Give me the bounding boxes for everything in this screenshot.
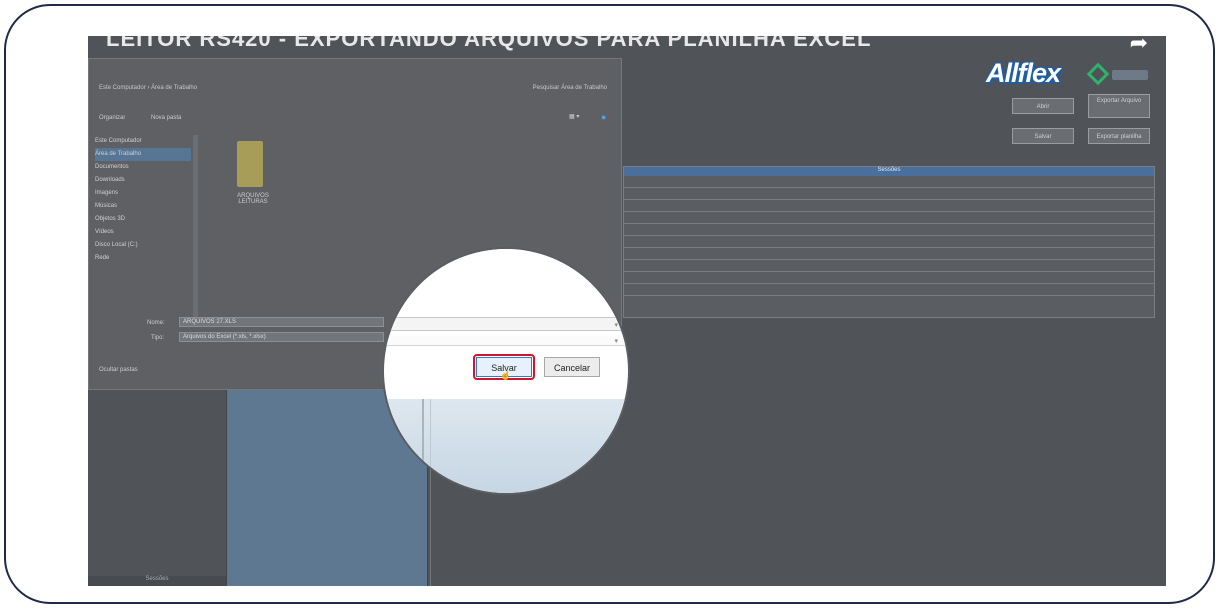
hide-folders-toggle[interactable]: Ocultar pastas [99,367,138,373]
zoom-type-field[interactable] [384,335,628,346]
brand-logo: Allflex [986,58,1061,88]
chevron-down-icon[interactable]: ▾ [614,321,618,329]
cancel-button[interactable]: Cancelar [544,357,600,377]
zoom-background [384,249,628,319]
organize-button[interactable]: Organizar [99,115,125,121]
screenshot-frame: LEITOR RS420 - EXPORTANDO ARQUIVOS PARA … [4,4,1215,604]
tree-item[interactable]: Documentos [95,161,191,174]
secondary-logo [1086,62,1152,86]
share-icon[interactable]: ➦ [1130,36,1148,56]
file-name-input[interactable]: ARQUIVOS 27.XLS [179,317,384,327]
table-row[interactable] [624,260,1154,272]
tree-item[interactable]: Disco Local (C:) [95,239,191,252]
cursor-icon: ☝ [500,370,512,380]
zoom-magnifier: ▾ ▾ Salvar ☝ Cancelar [384,249,628,493]
table-row[interactable] [624,272,1154,284]
zoom-panel [384,399,628,493]
tree-item[interactable]: Vídeos [95,226,191,239]
view-options-icon[interactable]: ▦ ▾ [569,113,579,120]
sessions-tab[interactable]: Sessões [88,576,226,586]
zoom-name-field[interactable] [384,317,628,331]
table-row[interactable] [624,200,1154,212]
table-row[interactable] [624,236,1154,248]
grid-header: Sessões [624,167,1154,176]
tree-item[interactable]: Imagens [95,187,191,200]
tree-scrollbar[interactable] [193,135,198,325]
tree-item[interactable]: Músicas [95,200,191,213]
save-app-button[interactable]: Salvar [1012,128,1074,144]
folder-tree[interactable]: Este Computador Área de Trabalho Documen… [95,135,191,300]
tree-item[interactable]: Este Computador [95,135,191,148]
file-type-select[interactable]: Arquivos do Excel (*.xls, *.xlsx) [179,332,384,342]
new-folder-button[interactable]: Nova pasta [151,115,181,121]
export-file-button[interactable]: Exportar Arquivo [1088,94,1150,118]
tree-item[interactable]: Downloads [95,174,191,187]
table-row[interactable] [624,188,1154,200]
name-label: Nome: [147,320,165,326]
open-button[interactable]: Abrir [1012,98,1074,114]
search-field[interactable]: Pesquisar Área de Trabalho [533,85,607,91]
tree-item-selected[interactable]: Área de Trabalho [95,148,191,161]
sessions-grid[interactable]: Sessões [623,166,1155,318]
tree-item[interactable]: Objetos 3D [95,213,191,226]
tree-item[interactable]: Rede [95,252,191,265]
chevron-down-icon[interactable]: ▾ [614,337,618,345]
table-row[interactable] [624,224,1154,236]
zoom-divider [430,399,431,493]
help-icon[interactable]: ● [601,112,606,122]
folder-label: ARQUIVOS LEITURAS [237,193,269,205]
folder-icon[interactable] [237,141,263,187]
video-title: LEITOR RS420 - EXPORTANDO ARQUIVOS PARA … [106,36,872,51]
address-bar[interactable]: Este Computador › Área de Trabalho Pesqu… [99,85,611,97]
export-sheet-button[interactable]: Exportar planilha [1088,128,1150,144]
address-path: Este Computador › Área de Trabalho [99,85,198,91]
type-label: Tipo: [151,335,165,341]
table-row[interactable] [624,212,1154,224]
zoom-divider [422,399,424,493]
table-row[interactable] [624,284,1154,296]
table-row[interactable] [624,248,1154,260]
table-row[interactable] [624,176,1154,188]
